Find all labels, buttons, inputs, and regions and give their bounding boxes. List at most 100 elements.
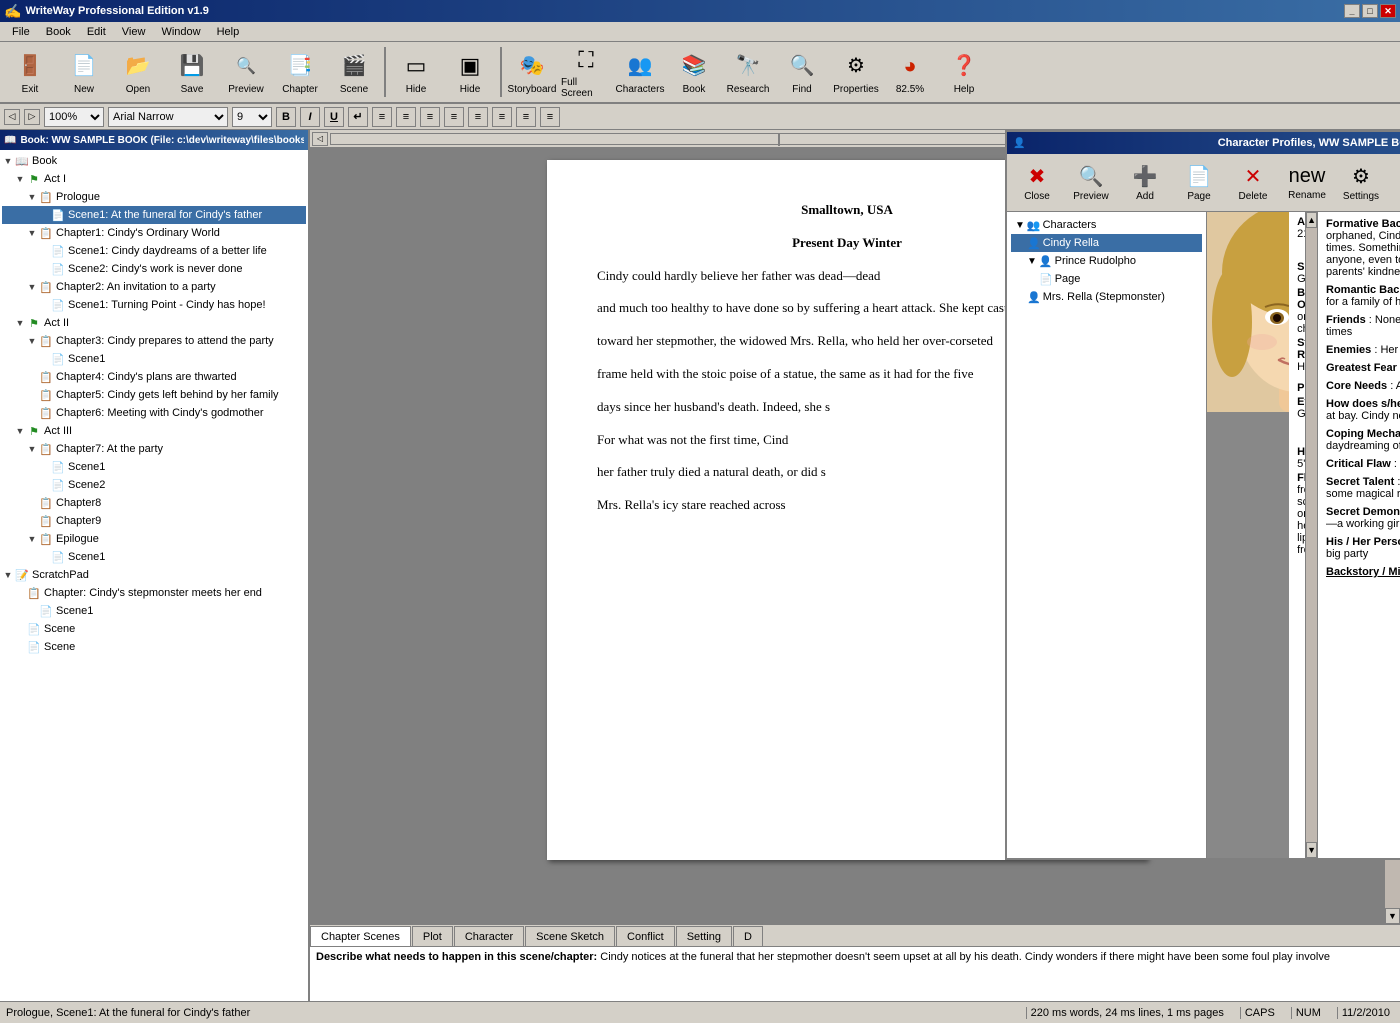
nav-left-button[interactable]: ◁ [4,109,20,125]
properties-button[interactable]: ⚙ Properties [830,44,882,100]
tree-item-chapter9[interactable]: 📋 Chapter9 [2,512,306,530]
char-tree-prince[interactable]: ▼ 👤 Prince Rudolpho [1011,252,1202,270]
char-page-button[interactable]: 📄 Page [1173,157,1225,209]
char-delete-button[interactable]: ✕ Delete [1227,157,1279,209]
tree-item-epilogue[interactable]: ▼ 📋 Epilogue [2,530,306,548]
find-button[interactable]: 🔍 Find [776,44,828,100]
tree-item-scene1-ch7[interactable]: 📄 Scene1 [2,458,306,476]
italic-button[interactable]: I [300,107,320,127]
char-scroll-down[interactable]: ▼ [1306,842,1317,858]
expand-ch3[interactable]: ▼ [26,335,38,347]
tree-item-scene1-epilogue[interactable]: 📄 Scene1 [2,548,306,566]
tree-item-prologue[interactable]: ▼ 📋 Prologue [2,188,306,206]
tree-item-scene2-ch1[interactable]: 📄 Scene2: Cindy's work is never done [2,260,306,278]
tab-setting[interactable]: Setting [676,926,732,946]
minimize-button[interactable]: _ [1344,4,1360,18]
exit-button[interactable]: 🚪 Exit [4,44,56,100]
tree-item-scene1-ch1[interactable]: 📄 Scene1: Cindy daydreams of a better li… [2,242,306,260]
expand-ch7[interactable]: ▼ [26,443,38,455]
menu-view[interactable]: View [114,24,154,40]
char-tree-cindy[interactable]: 👤 Cindy Rella [1011,234,1202,252]
research-button[interactable]: 🔭 Research [722,44,774,100]
maximize-button[interactable]: □ [1362,4,1378,18]
characters-button[interactable]: 👥 Characters [614,44,666,100]
char-load-button[interactable]: 📂 Load [1389,157,1400,209]
tree-item-chapter8[interactable]: 📋 Chapter8 [2,494,306,512]
menu-help[interactable]: Help [209,24,248,40]
zoom-select[interactable]: 100% [44,107,104,127]
char-add-button[interactable]: ➕ Add [1119,157,1171,209]
tab-character[interactable]: Character [454,926,524,946]
bullets1-button[interactable]: ≡ [468,107,488,127]
underline-button[interactable]: U [324,107,344,127]
new-button[interactable]: 📄 New [58,44,110,100]
open-button[interactable]: 📂 Open [112,44,164,100]
preview-button[interactable]: 🔍 Preview [220,44,272,100]
bold-button[interactable]: B [276,107,296,127]
tree-item-chapter5[interactable]: 📋 Chapter5: Cindy gets left behind by he… [2,386,306,404]
font-size-select[interactable]: 9 [232,107,272,127]
menu-file[interactable]: File [4,24,38,40]
tree-item-scene-scratch2[interactable]: 📄 Scene [2,638,306,656]
char-close-button[interactable]: ✖ Close [1011,157,1063,209]
tree-item-scratchpad[interactable]: ▼ 📝 ScratchPad [2,566,306,584]
tree-item-scene1-scratch[interactable]: 📄 Scene1 [2,602,306,620]
char-info-scrollbar[interactable]: ▲ ▼ [1305,212,1317,858]
char-tree-mrs-rella[interactable]: 👤 Mrs. Rella (Stepmonster) [1011,288,1202,306]
tree-item-chapter1[interactable]: ▼ 📋 Chapter1: Cindy's Ordinary World [2,224,306,242]
tree-item-chapter2[interactable]: ▼ 📋 Chapter2: An invitation to a party [2,278,306,296]
tree-item-scene1-ch2[interactable]: 📄 Scene1: Turning Point - Cindy has hope… [2,296,306,314]
help-button[interactable]: ❓ Help [938,44,990,100]
tab-d[interactable]: D [733,926,763,946]
ruler-toggle[interactable]: ◁ [312,132,328,146]
expand-ch2[interactable]: ▼ [26,281,38,293]
hide1-button[interactable]: ▭ Hide [390,44,442,100]
align-center-button[interactable]: ≡ [396,107,416,127]
menu-edit[interactable]: Edit [79,24,114,40]
tree-item-act3[interactable]: ▼ ⚑ Act III [2,422,306,440]
justify-button[interactable]: ≡ [444,107,464,127]
tree-item-act2[interactable]: ▼ ⚑ Act II [2,314,306,332]
nav-right-button[interactable]: ▷ [24,109,40,125]
char-scroll-up[interactable]: ▲ [1306,212,1317,228]
expand-book[interactable]: ▼ [2,155,14,167]
tree-item-chapter-scratch[interactable]: 📋 Chapter: Cindy's stepmonster meets her… [2,584,306,602]
menu-book[interactable]: Book [38,24,79,40]
font-select[interactable]: Arial Narrow [108,107,228,127]
tree-item-book[interactable]: ▼ 📖 Book [2,152,306,170]
char-settings-button[interactable]: ⚙ Settings [1335,157,1387,209]
char-rename-button[interactable]: new Rename [1281,157,1333,209]
tree-item-chapter6[interactable]: 📋 Chapter6: Meeting with Cindy's godmoth… [2,404,306,422]
tab-plot[interactable]: Plot [412,926,453,946]
bullets4-button[interactable]: ≡ [540,107,560,127]
expand-scratch[interactable]: ▼ [2,569,14,581]
chapter-button[interactable]: 📑 Chapter [274,44,326,100]
bullets3-button[interactable]: ≡ [516,107,536,127]
scene-button[interactable]: 🎬 Scene [328,44,380,100]
tree-item-act1[interactable]: ▼ ⚑ Act I [2,170,306,188]
tab-chapter-scenes[interactable]: Chapter Scenes [310,926,411,946]
expand-act3[interactable]: ▼ [14,425,26,437]
fullscreen-button[interactable]: ⛶ Full Screen [560,44,612,100]
hide2-button[interactable]: ▣ Hide [444,44,496,100]
tree-item-scene2-ch7[interactable]: 📄 Scene2 [2,476,306,494]
tab-conflict[interactable]: Conflict [616,926,675,946]
expand-act1[interactable]: ▼ [14,173,26,185]
bullets2-button[interactable]: ≡ [492,107,512,127]
tree-item-chapter4[interactable]: 📋 Chapter4: Cindy's plans are thwarted [2,368,306,386]
tab-scene-sketch[interactable]: Scene Sketch [525,926,615,946]
align-left-button[interactable]: ≡ [372,107,392,127]
progress-button[interactable]: ◕ 82.5% [884,44,936,100]
char-tree-group[interactable]: ▼ 👥 Characters [1011,216,1202,234]
save-button[interactable]: 💾 Save [166,44,218,100]
tree-item-chapter7[interactable]: ▼ 📋 Chapter7: At the party [2,440,306,458]
scroll-down-btn[interactable]: ▼ [1385,908,1400,924]
book-button[interactable]: 📚 Book [668,44,720,100]
expand-epilogue[interactable]: ▼ [26,533,38,545]
char-tree-page[interactable]: 📄 Page [1011,270,1202,288]
tree-item-scene1-ch3[interactable]: 📄 Scene1 [2,350,306,368]
expand-ch1[interactable]: ▼ [26,227,38,239]
char-preview-button[interactable]: 🔍 Preview [1065,157,1117,209]
tree-item-chapter3[interactable]: ▼ 📋 Chapter3: Cindy prepares to attend t… [2,332,306,350]
tree-item-scene-scratch1[interactable]: 📄 Scene [2,620,306,638]
